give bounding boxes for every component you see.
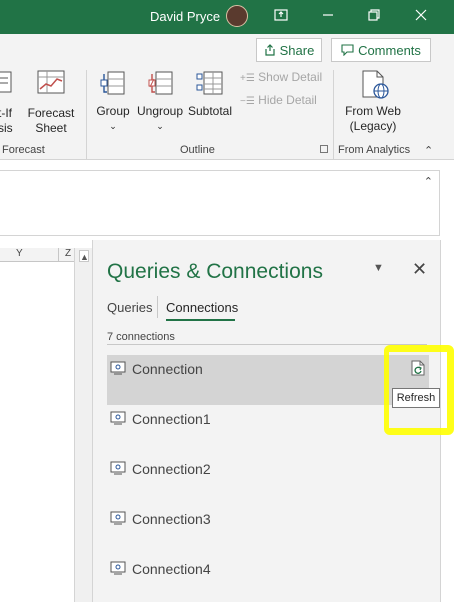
ribbon-display-options-icon[interactable] bbox=[273, 8, 289, 24]
tab-queries[interactable]: Queries bbox=[107, 300, 153, 315]
share-icon bbox=[265, 44, 275, 56]
subtotal-label: Subtotal bbox=[187, 104, 233, 118]
comments-label: Comments bbox=[358, 42, 421, 58]
pane-title: Queries & Connections bbox=[107, 260, 323, 283]
subtotal-icon bbox=[196, 70, 224, 101]
column-header-z[interactable]: Z bbox=[65, 248, 71, 259]
from-web-legacy-button[interactable]: From Web (Legacy) bbox=[340, 104, 406, 134]
connection-icon bbox=[110, 561, 126, 575]
ungroup-dropdown-icon[interactable]: ⌄ bbox=[134, 119, 186, 134]
connection-icon bbox=[110, 361, 126, 375]
from-web-label-1: From Web bbox=[345, 104, 401, 118]
restore-icon[interactable] bbox=[366, 8, 382, 24]
minimize-icon[interactable] bbox=[320, 8, 336, 24]
group-button[interactable]: Group ⌄ bbox=[92, 104, 134, 134]
forecast-sheet-button[interactable]: Forecast Sheet bbox=[22, 106, 80, 136]
pane-close-icon[interactable]: ✕ bbox=[412, 259, 427, 280]
column-header-y[interactable]: Y bbox=[16, 248, 23, 259]
subtotal-button[interactable]: Subtotal bbox=[186, 104, 234, 119]
ribbon-separator bbox=[333, 70, 334, 160]
connection-count: 7 connections bbox=[107, 331, 175, 343]
worksheet-grid[interactable] bbox=[0, 262, 74, 602]
from-web-label-2: (Legacy) bbox=[349, 119, 397, 133]
from-analytics-group-label: From Analytics bbox=[338, 144, 411, 156]
comments-button[interactable]: Comments bbox=[331, 38, 431, 62]
list-item[interactable]: Connection2 bbox=[107, 455, 429, 505]
pane-options-icon[interactable]: ▼ bbox=[373, 262, 384, 274]
connection-name: Connection3 bbox=[132, 511, 211, 527]
forecast-sheet-icon bbox=[37, 70, 65, 101]
tab-connections[interactable]: Connections bbox=[166, 300, 238, 315]
list-item[interactable]: Connection1 bbox=[107, 405, 429, 455]
ribbon: Share Comments t-If sis Forecast Sheet F… bbox=[0, 34, 454, 160]
forecast-sheet-label-2: Sheet bbox=[35, 121, 67, 135]
forecast-sheet-label-1: Forecast bbox=[27, 106, 75, 120]
ungroup-icon bbox=[148, 70, 174, 101]
from-web-icon bbox=[361, 70, 391, 105]
show-detail-label: Show Detail bbox=[258, 70, 323, 84]
list-item[interactable]: Connection4 bbox=[107, 555, 429, 602]
hide-detail-icon: −☰ bbox=[240, 96, 255, 107]
connection-icon bbox=[110, 511, 126, 525]
connection-name: Connection bbox=[132, 361, 203, 377]
column-divider bbox=[58, 248, 59, 262]
what-if-label-2: sis bbox=[0, 121, 13, 135]
outline-group-label: Outline bbox=[180, 144, 215, 156]
hide-detail-button[interactable]: −☰ Hide Detail bbox=[240, 93, 317, 107]
what-if-analysis-button[interactable]: t-If sis bbox=[0, 106, 18, 136]
tab-separator bbox=[157, 296, 158, 318]
highlight-annotation bbox=[384, 345, 454, 435]
hide-detail-label: Hide Detail bbox=[258, 93, 317, 107]
list-item[interactable]: Connection bbox=[107, 355, 429, 405]
connection-icon bbox=[110, 461, 126, 475]
vertical-scrollbar[interactable]: ▲ bbox=[74, 248, 92, 602]
ungroup-label: Ungroup bbox=[136, 104, 184, 118]
column-headers: Y Z bbox=[0, 248, 74, 262]
group-dropdown-icon[interactable]: ⌄ bbox=[92, 119, 134, 134]
ungroup-button[interactable]: Ungroup ⌄ bbox=[134, 104, 186, 134]
ribbon-separator bbox=[86, 70, 87, 160]
user-name: David Pryce bbox=[150, 9, 221, 24]
show-detail-button[interactable]: +☰ Show Detail bbox=[240, 70, 322, 84]
forecast-group-label: Forecast bbox=[2, 144, 45, 156]
connection-icon bbox=[110, 411, 126, 425]
active-tab-indicator bbox=[166, 319, 235, 321]
what-if-label-1: t-If bbox=[0, 106, 12, 120]
share-label: Share bbox=[279, 42, 315, 58]
group-icon bbox=[100, 70, 126, 101]
list-item[interactable]: Connection3 bbox=[107, 505, 429, 555]
comment-icon bbox=[341, 44, 354, 56]
formula-bar[interactable]: ⌃ bbox=[0, 170, 440, 236]
connection-name: Connection4 bbox=[132, 561, 211, 577]
collapse-formula-bar-icon[interactable]: ⌃ bbox=[424, 175, 433, 188]
group-label: Group bbox=[96, 104, 130, 118]
show-detail-icon: +☰ bbox=[240, 73, 255, 84]
title-bar: David Pryce bbox=[0, 0, 454, 34]
divider bbox=[107, 344, 427, 345]
close-icon[interactable] bbox=[413, 8, 429, 24]
avatar[interactable] bbox=[226, 5, 248, 27]
collapse-ribbon-icon[interactable]: ⌃ bbox=[424, 144, 433, 157]
scroll-up-icon[interactable]: ▲ bbox=[79, 250, 89, 262]
what-if-analysis-icon bbox=[0, 70, 14, 99]
outline-dialog-launcher-icon[interactable] bbox=[320, 145, 328, 153]
connection-name: Connection1 bbox=[132, 411, 211, 427]
connection-name: Connection2 bbox=[132, 461, 211, 477]
share-button[interactable]: Share bbox=[256, 38, 322, 62]
